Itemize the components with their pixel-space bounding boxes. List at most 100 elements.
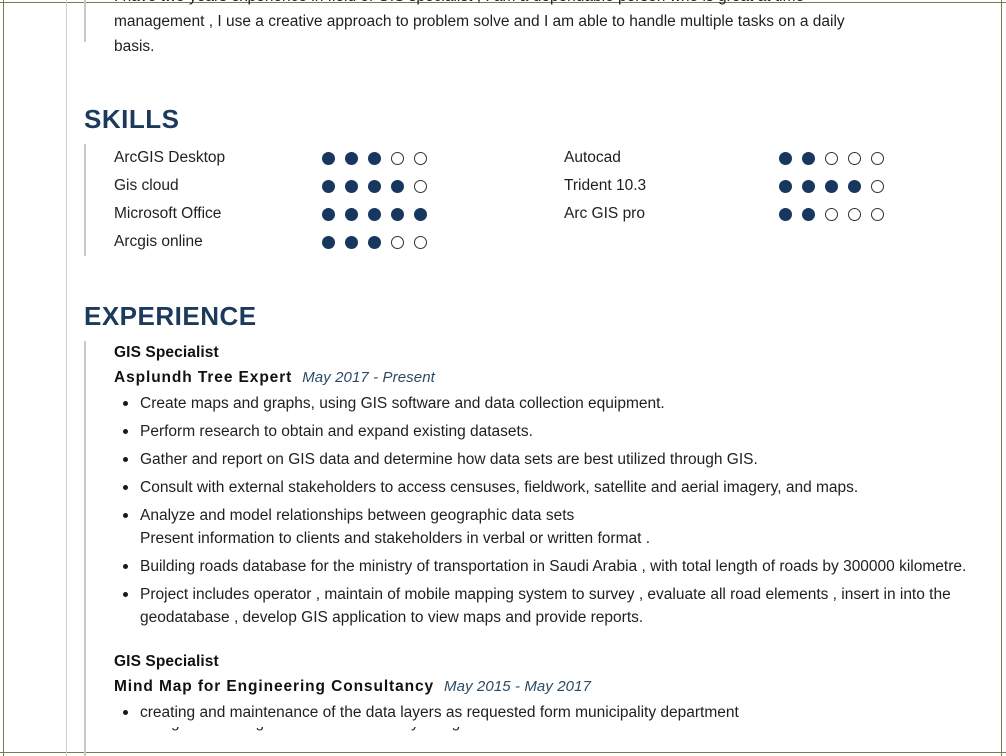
skill-row: ArcGIS Desktop: [114, 144, 564, 172]
page-frame-left-border: [3, 0, 4, 756]
job-bullet: Gather and report on GIS data and determ…: [114, 448, 974, 471]
job-title: GIS Specialist: [114, 344, 219, 361]
rating-dot-filled: [391, 179, 404, 193]
rating-dot-filled: [414, 207, 427, 221]
job-dates: May 2015 - May 2017: [444, 678, 592, 695]
page-gutter-divider: [66, 0, 67, 756]
rating-dot-filled: [779, 207, 792, 221]
skill-row: Autocad: [564, 144, 964, 172]
rating-dot-filled: [368, 235, 381, 249]
skill-row: Arc GIS pro: [564, 200, 964, 228]
rating-dot-filled: [345, 151, 358, 165]
skill-name: Autocad: [564, 149, 621, 166]
job-company-line: Mind Map for Engineering Consultancy May …: [114, 674, 974, 699]
summary-accent-bar: [84, 0, 86, 42]
rating-dot-filled: [779, 179, 792, 193]
job-bullet: Consult with external stakeholders to ac…: [114, 476, 974, 499]
rating-dot-filled: [802, 207, 815, 221]
skill-rating-dots: [322, 179, 427, 193]
summary-section: I have two years experience in field of …: [84, 0, 974, 59]
rating-dot-empty: [871, 207, 884, 221]
rating-dot-filled: [802, 179, 815, 193]
rating-dot-empty: [825, 151, 838, 165]
summary-line-2: management , I use a creative approach t…: [114, 13, 845, 30]
rating-dot-empty: [848, 151, 861, 165]
skill-rating-dots: [322, 207, 427, 221]
experience-job: GIS Specialist Asplundh Tree Expert May 20…: [114, 341, 974, 629]
experience-accent-bar: [84, 341, 86, 756]
rating-dot-filled: [825, 179, 838, 193]
job-bullet-text: Building roads database for the ministry…: [140, 558, 967, 575]
job-bullet: Project includes operator , maintain of …: [114, 583, 974, 629]
rating-dot-filled: [345, 207, 358, 221]
job-company-line: Asplundh Tree Expert May 2017 - Present: [114, 365, 974, 390]
job-bullet-text: Project includes operator , maintain of …: [140, 586, 951, 626]
skill-name: Arcgis online: [114, 233, 203, 250]
job-bullet-text: Create maps and graphs, using GIS softwa…: [140, 395, 665, 412]
skill-rating-dots: [322, 235, 427, 249]
rating-dot-empty: [391, 235, 404, 249]
skill-rating-dots: [779, 179, 884, 193]
rating-dot-filled: [322, 235, 335, 249]
rating-dot-filled: [345, 235, 358, 249]
rating-dot-empty: [871, 151, 884, 165]
skill-row: Arcgis online: [114, 228, 564, 256]
job-bullet: creating and maintenance of the data lay…: [114, 701, 974, 724]
job-title: GIS Specialist: [114, 653, 219, 670]
skill-name: Trident 10.3: [564, 177, 647, 194]
skill-row: Microsoft Office: [114, 200, 564, 228]
rating-dot-filled: [368, 207, 381, 221]
rating-dot-empty: [391, 151, 404, 165]
rating-dot-filled: [802, 151, 815, 165]
skill-row: Trident 10.3: [564, 172, 964, 200]
skill-rating-dots: [322, 151, 427, 165]
summary-line-3: basis.: [114, 38, 155, 55]
job-company: Asplundh Tree Expert: [114, 369, 293, 386]
job-bullet: Perform research to obtain and expand ex…: [114, 420, 974, 443]
job-bullet: Building roads database for the ministry…: [114, 555, 974, 578]
rating-dot-filled: [322, 207, 335, 221]
rating-dot-filled: [391, 207, 404, 221]
job-bullet-clipped: Designed drawings of different assembly …: [114, 727, 974, 733]
experience-jobs-container: GIS Specialist Asplundh Tree Expert May 20…: [84, 341, 974, 733]
skills-section-heading: SKILLS: [84, 104, 180, 134]
skills-left-column: ArcGIS Desktop Gis cloud Microsoft Office A…: [114, 144, 564, 256]
skill-rating-dots: [779, 151, 884, 165]
skill-name: Microsoft Office: [114, 205, 222, 222]
job-company: Mind Map for Engineering Consultancy: [114, 678, 435, 695]
skill-name: ArcGIS Desktop: [114, 149, 226, 166]
skill-rating-dots: [779, 207, 884, 221]
rating-dot-filled: [779, 151, 792, 165]
job-bullet-text: Gather and report on GIS data and determ…: [140, 451, 758, 468]
rating-dot-filled: [368, 179, 381, 193]
experience-job: GIS Specialist Mind Map for Engineering C…: [114, 650, 974, 733]
skills-section: ArcGIS Desktop Gis cloud Microsoft Office A…: [84, 144, 974, 256]
skill-name: Gis cloud: [114, 177, 179, 194]
job-bullet-text: Perform research to obtain and expand ex…: [140, 423, 533, 440]
summary-clipped-line-wrapper: I have two years experience in field of …: [114, 0, 974, 9]
skill-row: Gis cloud: [114, 172, 564, 200]
page-frame-bottom-border: [0, 752, 1006, 753]
skills-right-column: Autocad Trident 10.3 Arc GIS pro: [564, 144, 964, 256]
experience-section: GIS Specialist Asplundh Tree Expert May 20…: [84, 341, 974, 756]
rating-dot-filled: [322, 179, 335, 193]
skill-name: Arc GIS pro: [564, 205, 645, 222]
rating-dot-filled: [368, 151, 381, 165]
rating-dot-empty: [414, 179, 427, 193]
job-bullet-list: creating and maintenance of the data lay…: [114, 701, 974, 724]
experience-section-heading: EXPERIENCE: [84, 301, 257, 331]
rating-dot-filled: [345, 179, 358, 193]
resume-content: I have two years experience in field of …: [84, 0, 974, 756]
rating-dot-empty: [848, 207, 861, 221]
job-bullet-subline: Present information to clients and stake…: [140, 530, 651, 547]
rating-dot-empty: [414, 235, 427, 249]
rating-dot-filled: [322, 151, 335, 165]
job-bullet-list: Create maps and graphs, using GIS softwa…: [114, 392, 974, 629]
job-bullet-text: creating and maintenance of the data lay…: [140, 704, 739, 721]
job-bullet-text: Consult with external stakeholders to ac…: [140, 479, 859, 496]
rating-dot-filled: [848, 179, 861, 193]
job-bullet: Analyze and model relationships between …: [114, 504, 974, 550]
job-bullet-text: Analyze and model relationships between …: [140, 507, 575, 524]
skills-accent-bar: [84, 144, 86, 256]
summary-clipped-line: I have two years experience in field of …: [114, 0, 804, 9]
